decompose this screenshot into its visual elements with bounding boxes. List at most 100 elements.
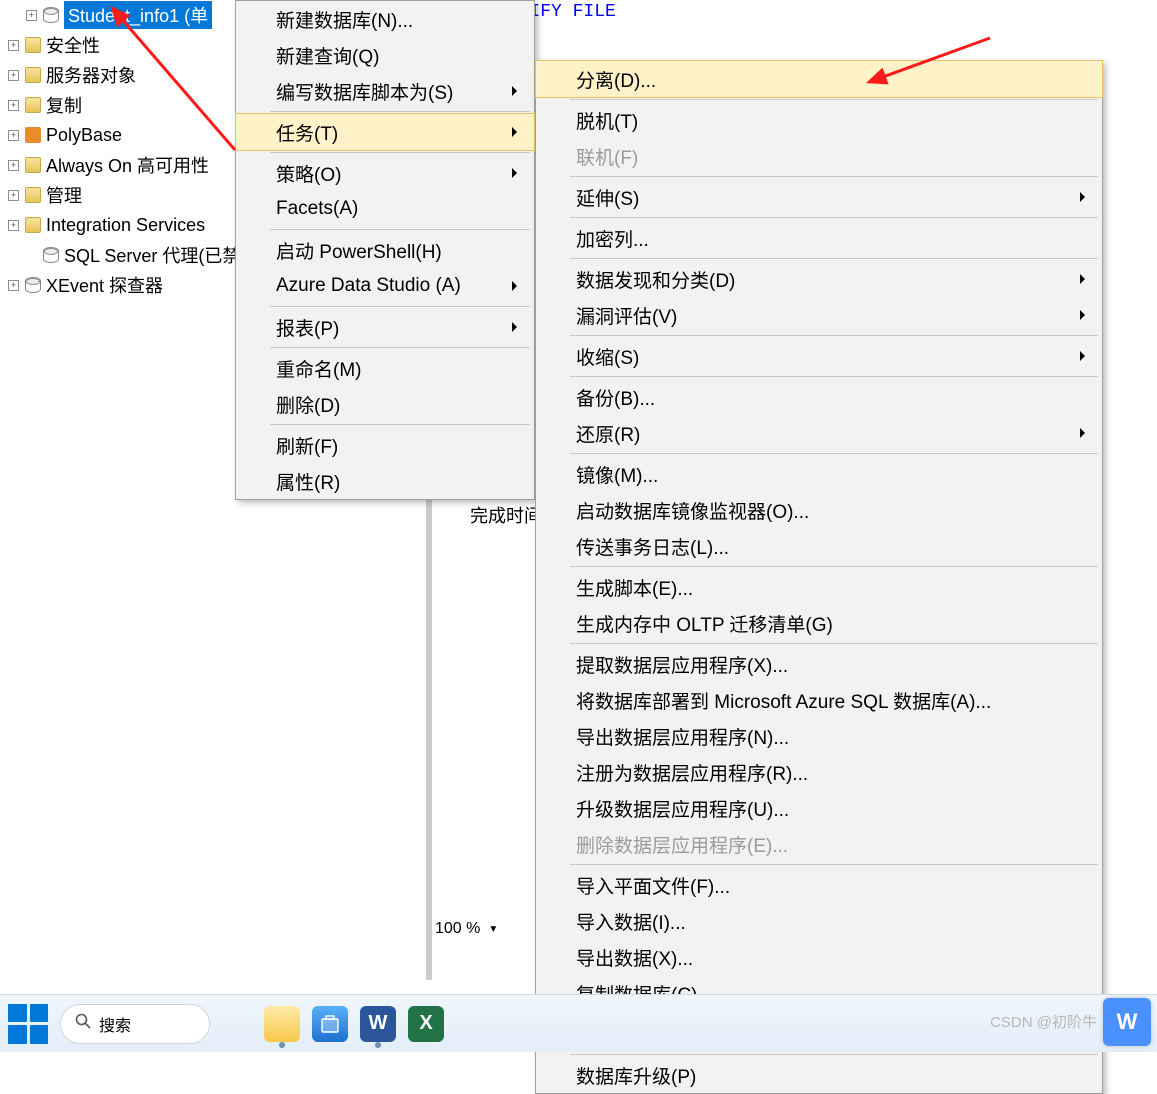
menu-item-label: 提取数据层应用程序(X)... — [576, 651, 788, 678]
menu-item[interactable]: 任务(T) — [236, 114, 534, 150]
taskbar-word[interactable]: W — [360, 1006, 396, 1042]
menu-item[interactable]: 属性(R) — [236, 463, 534, 499]
expand-icon[interactable]: + — [8, 190, 19, 201]
windows-taskbar[interactable]: 搜索 W X — [0, 994, 1157, 1052]
menu-item[interactable]: 备份(B)... — [536, 379, 1102, 415]
menu-item[interactable]: 升级数据层应用程序(U)... — [536, 790, 1102, 826]
menu-item[interactable]: 漏洞评估(V) — [536, 297, 1102, 333]
menu-item[interactable]: 镜像(M)... — [536, 456, 1102, 492]
editor-line: MODIFY FILE — [432, 0, 1157, 24]
expand-icon[interactable]: + — [8, 70, 19, 81]
menu-item[interactable]: 策略(O) — [236, 155, 534, 191]
menu-item[interactable]: 导出数据(X)... — [536, 939, 1102, 975]
menu-separator — [570, 376, 1098, 377]
menu-item-label: 收缩(S) — [576, 343, 639, 370]
taskbar-file-explorer[interactable] — [264, 1006, 300, 1042]
tree-item-label: PolyBase — [46, 125, 122, 146]
menu-item[interactable]: 将数据库部署到 Microsoft Azure SQL 数据库(A)... — [536, 682, 1102, 718]
menu-item[interactable]: 延伸(S) — [536, 179, 1102, 215]
tree-item[interactable]: +复制 — [0, 90, 235, 120]
menu-item[interactable]: Facets(A) — [236, 191, 534, 227]
menu-item-label: 删除(D) — [276, 391, 340, 418]
tree-item-label: SQL Server 代理(已禁 — [64, 242, 240, 268]
folder-icon — [25, 37, 41, 53]
sql-editor: MODIFY FILE — [432, 0, 1157, 24]
expand-icon[interactable]: + — [8, 220, 19, 231]
menu-item[interactable]: 新建查询(Q) — [236, 37, 534, 73]
menu-item-label: 数据发现和分类(D) — [576, 266, 735, 293]
menu-item[interactable]: 编写数据库脚本为(S) — [236, 73, 534, 109]
menu-item-label: 延伸(S) — [576, 184, 639, 211]
tree-item[interactable]: +XEvent 探查器 — [0, 270, 235, 300]
menu-item[interactable]: 报表(P) — [236, 309, 534, 345]
menu-item[interactable]: 注册为数据层应用程序(R)... — [536, 754, 1102, 790]
expand-icon[interactable]: + — [8, 130, 19, 141]
folder-icon — [25, 67, 41, 83]
start-button[interactable] — [8, 1004, 48, 1044]
tree-item-label: 管理 — [46, 182, 82, 208]
object-explorer-tree[interactable]: +Student_info1 (单+安全性+服务器对象+复制+PolyBase+… — [0, 0, 235, 300]
expand-icon[interactable]: + — [8, 280, 19, 291]
search-icon — [75, 1013, 91, 1034]
menu-item[interactable]: 加密列... — [536, 220, 1102, 256]
menu-separator — [570, 643, 1098, 644]
menu-item-label: 导出数据层应用程序(N)... — [576, 723, 789, 750]
tree-item[interactable]: + 管理 — [0, 180, 235, 210]
menu-item-label: 启动 PowerShell(H) — [276, 237, 442, 264]
tree-item[interactable]: +Student_info1 (单 — [0, 0, 235, 30]
db-icon — [43, 7, 59, 23]
menu-item[interactable]: 脱机(T) — [536, 102, 1102, 138]
tree-item[interactable]: + PolyBase — [0, 120, 235, 150]
dropdown-icon[interactable]: ▼ — [488, 924, 498, 935]
taskbar-search[interactable]: 搜索 — [60, 1004, 210, 1044]
menu-separator — [270, 424, 530, 425]
menu-item[interactable]: 传送事务日志(L)... — [536, 528, 1102, 564]
menu-item[interactable]: 导出数据层应用程序(N)... — [536, 718, 1102, 754]
expand-icon[interactable] — [26, 250, 37, 261]
tree-item[interactable]: + 安全性 — [0, 30, 235, 60]
menu-item[interactable]: 刷新(F) — [236, 427, 534, 463]
tree-item[interactable]: SQL Server 代理(已禁 — [0, 240, 235, 270]
menu-item-label: 注册为数据层应用程序(R)... — [576, 759, 808, 786]
tree-item[interactable]: + Always On 高可用性 — [0, 150, 235, 180]
db-icon — [43, 247, 59, 263]
tree-item-label: 安全性 — [46, 32, 100, 58]
expand-icon[interactable]: + — [8, 100, 19, 111]
menu-separator — [570, 1054, 1098, 1055]
menu-item-label: 策略(O) — [276, 160, 341, 187]
menu-item[interactable]: 还原(R) — [536, 415, 1102, 451]
menu-item: 删除数据层应用程序(E)... — [536, 826, 1102, 862]
taskbar-ms-store[interactable] — [312, 1006, 348, 1042]
menu-item[interactable]: 导入数据(I)... — [536, 903, 1102, 939]
menu-item-label: 导入平面文件(F)... — [576, 872, 730, 899]
menu-item[interactable]: 生成脚本(E)... — [536, 569, 1102, 605]
menu-item[interactable]: 数据库升级(P) — [536, 1057, 1102, 1093]
menu-separator — [270, 306, 530, 307]
menu-item-label: 生成脚本(E)... — [576, 574, 693, 601]
menu-item[interactable]: 新建数据库(N)... — [236, 1, 534, 37]
tasks-submenu: 分离(D)...脱机(T)联机(F)延伸(S)加密列...数据发现和分类(D)漏… — [535, 60, 1103, 1094]
menu-item[interactable]: 启动 PowerShell(H) — [236, 232, 534, 268]
wps-button[interactable]: W — [1103, 998, 1151, 1046]
menu-item[interactable]: 启动数据库镜像监视器(O)... — [536, 492, 1102, 528]
menu-separator — [570, 566, 1098, 567]
menu-item[interactable]: 提取数据层应用程序(X)... — [536, 646, 1102, 682]
expand-icon[interactable]: + — [8, 40, 19, 51]
wrench-icon — [25, 127, 41, 143]
menu-item[interactable]: Azure Data Studio (A) — [236, 268, 534, 304]
menu-item-label: 数据库升级(P) — [576, 1062, 696, 1089]
tree-item[interactable]: +Integration Services — [0, 210, 235, 240]
menu-item[interactable]: 删除(D) — [236, 386, 534, 422]
tree-item-label: Always On 高可用性 — [46, 152, 209, 178]
menu-item[interactable]: 收缩(S) — [536, 338, 1102, 374]
taskbar-excel[interactable]: X — [408, 1006, 444, 1042]
expand-icon[interactable]: + — [26, 10, 37, 21]
tree-item[interactable]: +服务器对象 — [0, 60, 235, 90]
menu-item[interactable]: 导入平面文件(F)... — [536, 867, 1102, 903]
expand-icon[interactable]: + — [8, 160, 19, 171]
menu-item-label: 分离(D)... — [576, 66, 656, 93]
menu-item[interactable]: 重命名(M) — [236, 350, 534, 386]
menu-item[interactable]: 数据发现和分类(D) — [536, 261, 1102, 297]
menu-item[interactable]: 生成内存中 OLTP 迁移清单(G) — [536, 605, 1102, 641]
menu-item[interactable]: 分离(D)... — [536, 61, 1102, 97]
